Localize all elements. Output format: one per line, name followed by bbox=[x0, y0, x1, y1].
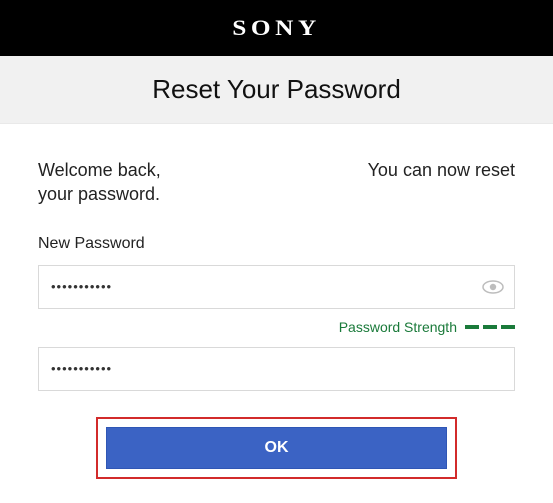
password-strength-meter bbox=[465, 325, 515, 329]
strength-bar bbox=[501, 325, 515, 329]
toggle-password-visibility-button[interactable] bbox=[481, 275, 505, 299]
welcome-left: Welcome back, your password. bbox=[38, 158, 161, 207]
confirm-password-input[interactable] bbox=[38, 347, 515, 391]
welcome-left-line1: Welcome back, bbox=[38, 158, 161, 182]
strength-bar bbox=[465, 325, 479, 329]
new-password-wrap bbox=[38, 265, 515, 309]
page-title: Reset Your Password bbox=[152, 74, 401, 105]
sony-logo: SONY bbox=[232, 15, 321, 41]
title-bar: Reset Your Password bbox=[0, 56, 553, 124]
new-password-input[interactable] bbox=[38, 265, 515, 309]
top-banner: SONY bbox=[0, 0, 553, 56]
eye-icon bbox=[482, 280, 504, 294]
confirm-password-wrap bbox=[38, 347, 515, 391]
strength-bar bbox=[483, 325, 497, 329]
welcome-left-line2: your password. bbox=[38, 182, 161, 206]
welcome-message: Welcome back, your password. You can now… bbox=[38, 158, 515, 207]
ok-button-highlight: OK bbox=[96, 417, 457, 479]
password-strength-label: Password Strength bbox=[339, 319, 457, 335]
content-area: Welcome back, your password. You can now… bbox=[0, 124, 553, 479]
welcome-right: You can now reset bbox=[368, 158, 515, 207]
password-strength-row: Password Strength bbox=[38, 319, 515, 335]
new-password-label: New Password bbox=[38, 235, 515, 253]
ok-button[interactable]: OK bbox=[106, 427, 447, 469]
